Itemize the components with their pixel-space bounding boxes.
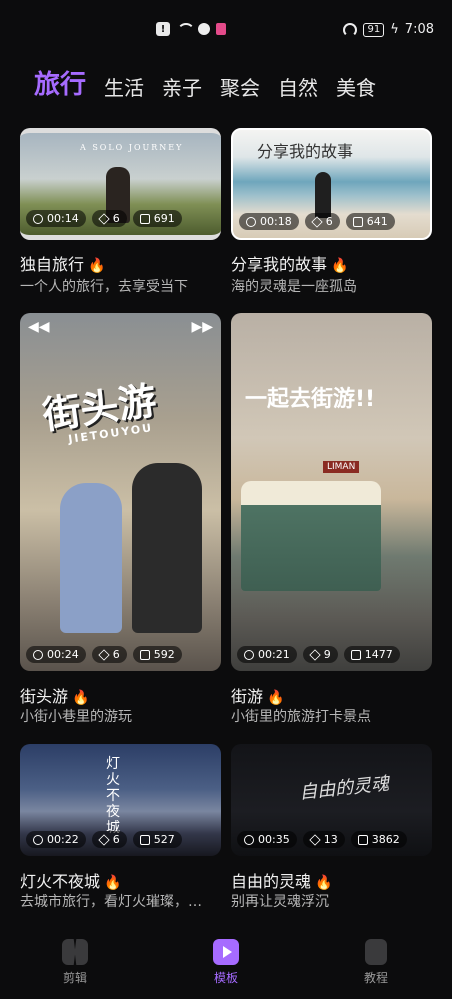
layer-count: 13 (323, 833, 338, 846)
fire-icon: 🔥 (104, 875, 122, 891)
fire-icon: 🔥 (72, 690, 90, 706)
usage-icon (139, 213, 150, 224)
card-subtitle: 去城市旅行，看灯火璀璨，… (20, 894, 202, 910)
template-thumbnail[interactable]: A SOLO JOURNEY 00:14 6 691 (20, 128, 221, 240)
duration: 00:21 (258, 648, 290, 661)
status-bar: ! 91 ϟ 7:08 (0, 0, 452, 60)
forward-icon: ▶▶ (191, 319, 213, 335)
fire-icon: 🔥 (267, 690, 285, 706)
card-title: 分享我的故事 (231, 255, 328, 274)
layer-count: 6 (325, 215, 333, 228)
usage-count: 691 (153, 212, 175, 225)
tab-life[interactable]: 生活 (104, 72, 144, 101)
template-thumbnail[interactable]: 灯火不夜城 00:22 6 527 (20, 744, 221, 856)
usage-icon (352, 216, 363, 227)
card-title: 街游 (231, 687, 264, 706)
clock: 7:08 (404, 22, 434, 37)
rewind-icon: ◀◀ (28, 319, 50, 335)
thumbnail-caption: 分享我的故事 (257, 142, 354, 161)
category-tabs: 旅行 生活 亲子 聚会 自然 美食 (34, 64, 376, 101)
card-subtitle: 海的灵魂是一座孤岛 (231, 279, 357, 295)
thumbnail-caption: A SOLO JOURNEY (80, 143, 184, 152)
book-icon (365, 939, 387, 965)
layer-count: 6 (112, 212, 120, 225)
nav-label: 教程 (363, 971, 388, 985)
wifi-icon (176, 23, 195, 35)
duration-icon (33, 834, 43, 845)
card-subtitle: 小街小巷里的游玩 (20, 709, 132, 725)
usage-count: 3862 (371, 833, 400, 846)
person-figure (60, 483, 122, 633)
tram-image (241, 481, 381, 591)
usage-count: 527 (153, 833, 175, 846)
card-title: 自由的灵魂 (231, 872, 312, 891)
usage-count: 1477 (364, 648, 393, 661)
layers-icon (309, 833, 321, 846)
duration: 00:24 (47, 648, 79, 661)
duration-icon (244, 649, 254, 660)
app-notification-icon (216, 23, 226, 35)
nav-tutorials[interactable]: 教程 (346, 939, 406, 986)
tab-party[interactable]: 聚会 (220, 72, 260, 101)
charging-icon: ϟ (390, 22, 399, 37)
layer-count: 9 (323, 648, 331, 661)
tab-travel[interactable]: 旅行 (34, 64, 86, 101)
duration-icon (246, 216, 256, 227)
usage-icon (357, 834, 368, 845)
fire-icon: 🔥 (315, 875, 333, 891)
card-subtitle: 别再让灵魂浮沉 (231, 894, 329, 910)
card-title: 街头游 (20, 687, 69, 706)
nav-templates[interactable]: 模板 (196, 939, 256, 986)
layers-icon (98, 212, 110, 225)
template-play-icon (213, 939, 239, 965)
notification-icon: ! (156, 22, 170, 36)
usage-icon (139, 649, 150, 660)
data-speed-icon (343, 22, 358, 37)
layer-count: 6 (112, 648, 120, 661)
duration-icon (244, 834, 254, 845)
scissors-clip-icon (62, 939, 88, 965)
duration: 00:35 (258, 833, 290, 846)
thumbnail-caption: 一起去街游!! (245, 387, 376, 412)
layer-count: 6 (112, 833, 120, 846)
usage-icon (139, 834, 150, 845)
template-thumbnail[interactable]: ◀◀ ▶▶ 街头游 JIETOUYOU 00:24 6 592 (20, 313, 221, 671)
battery-indicator: 91 (363, 22, 385, 37)
tram-sign: LIMAN (323, 461, 360, 473)
template-thumbnail[interactable]: 自由的灵魂 00:35 13 3862 (231, 744, 432, 856)
tab-nature[interactable]: 自然 (278, 72, 318, 101)
duration-icon (33, 649, 43, 660)
thumbnail-caption: 自由的灵魂 (298, 773, 391, 804)
fire-icon: 🔥 (88, 258, 106, 274)
nav-edit[interactable]: 剪辑 (45, 939, 105, 986)
layers-icon (311, 215, 323, 228)
person-figure (315, 172, 331, 218)
layers-icon (309, 648, 321, 661)
nav-label: 剪辑 (62, 971, 87, 985)
bottom-nav: 剪辑 模板 教程 (0, 929, 452, 999)
tab-family[interactable]: 亲子 (162, 72, 202, 101)
card-subtitle: 一个人的旅行，去享受当下 (20, 279, 188, 295)
duration: 00:14 (47, 212, 79, 225)
layers-icon (98, 648, 110, 661)
person-figure (132, 463, 202, 633)
usage-icon (350, 649, 361, 660)
duration: 00:18 (260, 215, 292, 228)
duration-icon (33, 213, 43, 224)
template-thumbnail[interactable]: 一起去街游!! LIMAN 00:21 9 1477 (231, 313, 432, 671)
card-title: 独自旅行 (20, 255, 85, 274)
thumbnail-caption: 灯火不夜城 (106, 756, 120, 836)
card-title: 灯火不夜城 (20, 872, 101, 891)
usage-count: 592 (153, 648, 175, 661)
card-subtitle: 小街里的旅游打卡景点 (231, 709, 371, 725)
usage-count: 641 (366, 215, 388, 228)
browser-icon (198, 23, 210, 35)
layers-icon (98, 833, 110, 846)
duration: 00:22 (47, 833, 79, 846)
template-thumbnail[interactable]: 分享我的故事 00:18 6 641 (231, 128, 432, 240)
fire-icon: 🔥 (331, 258, 349, 274)
tab-food[interactable]: 美食 (336, 72, 376, 101)
nav-label: 模板 (213, 971, 238, 985)
